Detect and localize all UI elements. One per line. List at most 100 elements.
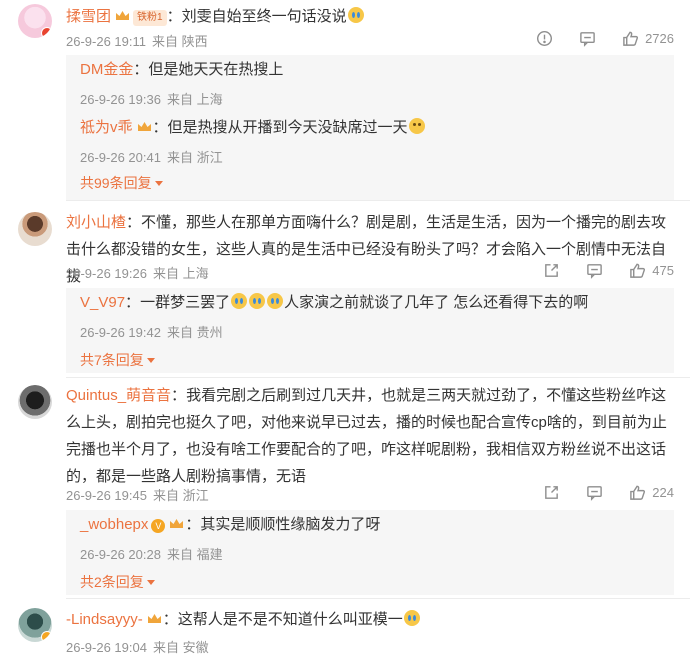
like-button[interactable]: 2726 <box>622 30 674 47</box>
comment-date: 26-9-26 19:26 <box>66 266 147 281</box>
reply-meta: 26-9-26 19:36 来自 上海 <box>80 89 674 108</box>
avatar[interactable] <box>18 212 52 246</box>
share-button[interactable] <box>543 262 560 279</box>
reply-source: 来自 福建 <box>166 547 223 562</box>
comment-actions: 2726 <box>510 30 674 47</box>
more-replies-link[interactable]: 共99条回复 <box>80 173 163 193</box>
comment-meta: 26-9-26 19:45 来自 浙江 <box>66 485 215 504</box>
emoji-cry-icon <box>347 7 364 23</box>
comment-body: Quintus_萌音音：我看完剧之后刷到过几天井，也就是三两天就过劲了，不懂这些… <box>66 387 667 485</box>
more-replies-label: 共99条回复 <box>80 175 152 191</box>
comment-meta: 26-9-26 19:04 来自 安徽 <box>66 637 215 656</box>
avatar[interactable] <box>18 385 52 419</box>
emoji-icon <box>408 118 425 134</box>
divider <box>66 200 690 201</box>
avatar[interactable] <box>18 608 52 642</box>
fan-crown-icon <box>147 614 161 623</box>
like-button[interactable]: 475 <box>629 262 674 279</box>
chevron-down-icon <box>154 181 163 186</box>
reply-text: 一群梦三罢了 <box>140 294 231 311</box>
comment-icon <box>587 264 603 279</box>
like-button[interactable]: 224 <box>629 484 674 501</box>
avatar[interactable] <box>18 4 52 38</box>
like-icon <box>630 485 646 500</box>
like-icon <box>630 263 646 278</box>
comment-date: 26-9-26 19:04 <box>66 640 147 655</box>
emoji-cry-icon <box>403 610 420 626</box>
reply-button[interactable] <box>586 262 603 279</box>
username[interactable]: Quintus_萌音音 <box>66 387 171 404</box>
like-count: 475 <box>652 263 674 278</box>
comment-body: 揉雪团 铁粉1 ：刘雯自始至终一句话没说 <box>66 3 668 30</box>
reply-date: 26-9-26 20:28 <box>80 547 161 562</box>
chevron-down-icon <box>146 580 155 585</box>
comment-source: 来自 陕西 <box>152 34 208 49</box>
report-button[interactable] <box>536 30 553 47</box>
comment-item: 刘小山楂：不懂，那些人在那单方面嗨什么？剧是剧，生活是生活，因为一个播完的剧去攻… <box>0 205 690 377</box>
reply-box: V_V97：一群梦三罢了 人家演之前就谈了几年了 怎么还看得下去的啊 26-9-2… <box>66 288 674 373</box>
verified-badge-icon <box>41 631 52 642</box>
comment-icon <box>580 32 595 47</box>
comment-date: 26-9-26 19:11 <box>66 34 146 49</box>
share-icon <box>545 486 559 499</box>
comment-item: Quintus_萌音音：我看完剧之后刷到过几天井，也就是三两天就过劲了，不懂这些… <box>0 377 690 599</box>
reply-username[interactable]: DM金金 <box>80 61 133 78</box>
reply-source: 来自 浙江 <box>166 150 223 165</box>
reply-item: _wobhepx V ：其实是顺顺性缘脑发力了呀 26-9-26 20:28 来自 福… <box>80 514 674 563</box>
reply-username[interactable]: 祗为v乖 <box>80 119 133 136</box>
reply-text: 其实是顺顺性缘脑发力了呀 <box>200 516 381 533</box>
username[interactable]: 揉雪团 <box>66 8 111 25</box>
comment-text: 这帮人是不是不知道什么叫亚模一 <box>177 611 403 628</box>
comment-source: 来自 安徽 <box>152 640 209 655</box>
comment-text: 刘雯自始至终一句话没说 <box>181 8 347 25</box>
comment-source: 来自 上海 <box>152 266 209 281</box>
reply-source: 来自 贵州 <box>166 325 223 340</box>
fan-level-badge: 铁粉1 <box>133 10 167 26</box>
fan-crown-icon <box>116 11 130 20</box>
reply-username[interactable]: _wobhepx <box>80 516 148 533</box>
like-count: 224 <box>652 485 674 500</box>
reply-text: 但是热搜从开播到今天没缺席过一天 <box>167 119 408 136</box>
comment-meta: 26-9-26 19:26 来自 上海 <box>66 263 215 282</box>
comment-item: 揉雪团 铁粉1 ：刘雯自始至终一句话没说 26-9-26 19:11 来自 陕西 27… <box>0 0 690 205</box>
more-replies-link[interactable]: 共2条回复 <box>80 572 155 592</box>
reply-text: 但是她天天在热搜上 <box>148 61 284 78</box>
username[interactable]: 刘小山楂 <box>66 214 126 231</box>
chevron-down-icon <box>146 358 155 363</box>
comment-actions: 224 <box>517 484 674 501</box>
comment-body: -Lindsayyy- ：这帮人是不是不知道什么叫亚模一 <box>66 606 668 633</box>
reply-item: DM金金：但是她天天在热搜上 26-9-26 19:36 来自 上海 <box>80 59 674 108</box>
reply-meta: 26-9-26 19:42 来自 贵州 <box>80 322 674 341</box>
emoji-cry-icon <box>267 293 284 309</box>
comment-icon <box>587 486 603 501</box>
vip-badge-icon: V <box>151 519 166 533</box>
like-count: 2726 <box>645 31 674 46</box>
more-replies-link[interactable]: 共7条回复 <box>80 350 155 370</box>
share-button[interactable] <box>543 484 560 501</box>
reply-button[interactable] <box>579 30 596 47</box>
more-replies-label: 共2条回复 <box>80 574 144 590</box>
verified-badge-icon <box>41 27 52 38</box>
reply-meta: 26-9-26 20:28 来自 福建 <box>80 544 674 563</box>
comment-source: 来自 浙江 <box>152 488 209 503</box>
reply-item: V_V97：一群梦三罢了 人家演之前就谈了几年了 怎么还看得下去的啊 26-9-2… <box>80 292 674 341</box>
reply-username[interactable]: V_V97 <box>80 294 125 311</box>
reply-item: 祗为v乖 ：但是热搜从开播到今天没缺席过一天 26-9-26 20:41 来自 浙江 <box>80 117 674 166</box>
reply-button[interactable] <box>586 484 603 501</box>
fan-crown-icon <box>137 122 151 131</box>
reply-source: 来自 上海 <box>166 92 223 107</box>
username[interactable]: -Lindsayyy- <box>66 611 143 628</box>
reply-date: 26-9-26 19:42 <box>80 325 161 340</box>
reply-box: _wobhepx V ：其实是顺顺性缘脑发力了呀 26-9-26 20:28 来自 福… <box>66 510 674 595</box>
emoji-cry-icon <box>231 293 248 309</box>
report-icon <box>537 30 553 47</box>
more-replies-label: 共7条回复 <box>80 352 144 368</box>
comment-item: -Lindsayyy- ：这帮人是不是不知道什么叫亚模一 26-9-26 19:0… <box>0 598 690 667</box>
reply-date: 26-9-26 19:36 <box>80 92 161 107</box>
comment-meta: 26-9-26 19:11 来自 陕西 <box>66 31 214 50</box>
reply-text-cont: 人家演之前就谈了几年了 怎么还看得下去的啊 <box>284 294 589 311</box>
comment-date: 26-9-26 19:45 <box>66 488 147 503</box>
share-icon <box>545 264 559 277</box>
emoji-cry-icon <box>249 293 266 309</box>
reply-box: DM金金：但是她天天在热搜上 26-9-26 19:36 来自 上海 祗为v乖 ：但… <box>66 55 674 200</box>
